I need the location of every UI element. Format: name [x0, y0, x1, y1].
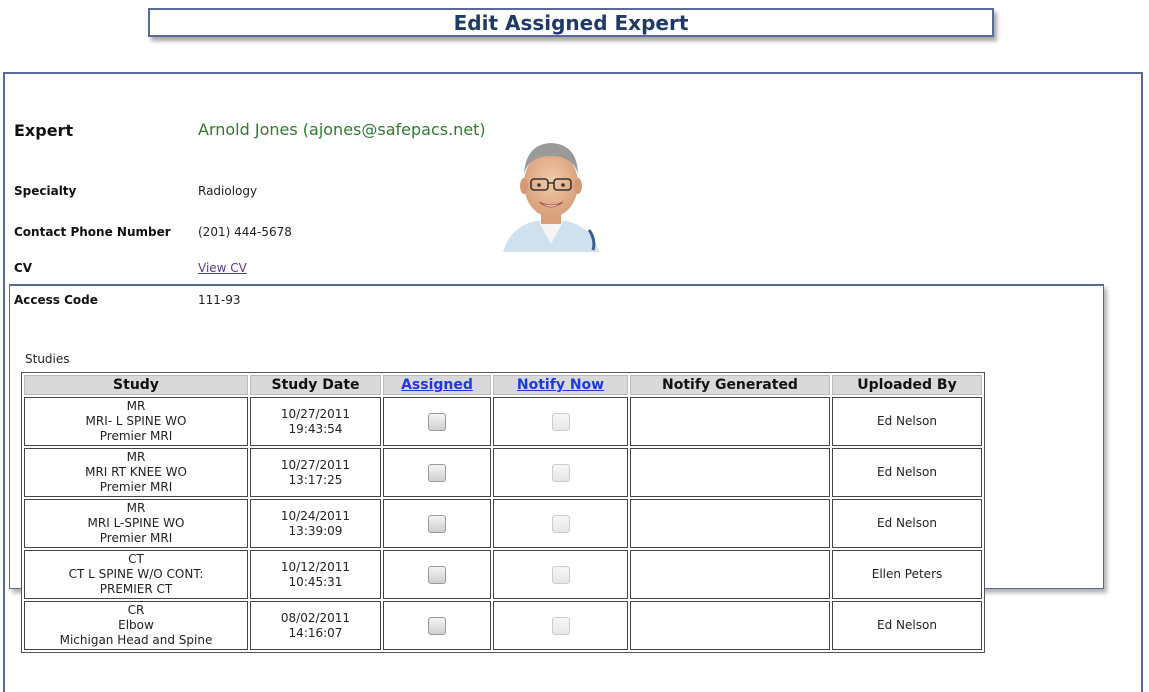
specialty-label: Specialty — [14, 184, 77, 198]
notify-now-cell — [493, 448, 628, 497]
study-description: MRI- L SPINE WO — [85, 414, 187, 428]
study-time: 10:45:31 — [288, 574, 343, 589]
table-header-row: Study Study Date Assigned Notify Now Not… — [24, 375, 982, 395]
study-time: 14:16:07 — [288, 625, 343, 640]
study-date: 10/12/2011 — [280, 559, 351, 574]
specialty-value: Radiology — [198, 184, 258, 198]
page-title-bar: Edit Assigned Expert — [148, 8, 994, 37]
study-cell: CR Elbow Michigan Head and Spine — [24, 601, 248, 650]
study-time: 13:39:09 — [288, 523, 343, 538]
table-row: CT CT L SPINE W/O CONT: PREMIER CT 10/12… — [24, 550, 982, 599]
notify-now-cell — [493, 499, 628, 548]
col-header-study: Study — [24, 375, 248, 395]
notify-now-cell — [493, 601, 628, 650]
cv-label: CV — [14, 261, 33, 275]
study-modality: MR — [126, 399, 146, 413]
notify-generated-cell — [630, 499, 830, 548]
study-date: 10/27/2011 — [280, 406, 351, 421]
assigned-checkbox[interactable] — [428, 514, 446, 533]
study-site: Michigan Head and Spine — [59, 633, 213, 647]
assigned-checkbox[interactable] — [428, 412, 446, 431]
expert-label: Expert — [14, 121, 74, 140]
col-header-assigned[interactable]: Assigned — [383, 375, 491, 395]
uploaded-by-cell: Ellen Peters — [832, 550, 982, 599]
studies-legend: Studies — [18, 352, 77, 366]
notify-now-checkbox — [551, 514, 570, 533]
notify-now-checkbox — [551, 463, 570, 482]
assigned-cell — [383, 397, 491, 446]
study-time: 13:17:25 — [288, 472, 343, 487]
table-row: CR Elbow Michigan Head and Spine 08/02/2… — [24, 601, 982, 650]
notify-generated-cell — [630, 397, 830, 446]
assigned-cell — [383, 601, 491, 650]
notify-now-checkbox — [551, 565, 570, 584]
notify-now-checkbox — [551, 616, 570, 635]
study-date-cell: 10/12/2011 10:45:31 — [250, 550, 381, 599]
assigned-cell — [383, 550, 491, 599]
study-modality: MR — [126, 450, 146, 464]
study-cell: MR MRI L-SPINE WO Premier MRI — [24, 499, 248, 548]
table-row: MR MRI RT KNEE WO Premier MRI 10/27/2011… — [24, 448, 982, 497]
study-date: 10/24/2011 — [280, 508, 351, 523]
col-header-uploaded-by: Uploaded By — [832, 375, 982, 395]
study-site: Premier MRI — [99, 429, 173, 443]
study-description: Elbow — [118, 618, 154, 632]
assigned-cell — [383, 448, 491, 497]
study-time: 19:43:54 — [288, 421, 343, 436]
notify-now-checkbox — [551, 412, 570, 431]
studies-table: Study Study Date Assigned Notify Now Not… — [21, 372, 985, 653]
assigned-cell — [383, 499, 491, 548]
phone-label: Contact Phone Number — [14, 225, 171, 239]
study-date-cell: 10/24/2011 13:39:09 — [250, 499, 381, 548]
assigned-checkbox[interactable] — [428, 463, 446, 482]
notify-now-cell — [493, 550, 628, 599]
uploaded-by-cell: Ed Nelson — [832, 448, 982, 497]
study-date: 10/27/2011 — [280, 457, 351, 472]
col-header-notify-now[interactable]: Notify Now — [493, 375, 628, 395]
study-description: CT L SPINE W/O CONT: — [68, 567, 204, 581]
assigned-checkbox[interactable] — [428, 616, 446, 635]
notify-generated-cell — [630, 601, 830, 650]
study-date-cell: 10/27/2011 13:17:25 — [250, 448, 381, 497]
phone-value: (201) 444-5678 — [198, 225, 292, 239]
study-modality: MR — [126, 501, 146, 515]
notify-generated-cell — [630, 550, 830, 599]
study-site: Premier MRI — [99, 531, 173, 545]
col-header-study-date: Study Date — [250, 375, 381, 395]
uploaded-by-cell: Ed Nelson — [832, 601, 982, 650]
assigned-checkbox[interactable] — [428, 565, 446, 584]
study-description: MRI RT KNEE WO — [85, 465, 187, 479]
study-date-cell: 08/02/2011 14:16:07 — [250, 601, 381, 650]
study-date: 08/02/2011 — [280, 610, 351, 625]
uploaded-by-cell: Ed Nelson — [832, 499, 982, 548]
table-row: MR MRI L-SPINE WO Premier MRI 10/24/2011… — [24, 499, 982, 548]
page-title: Edit Assigned Expert — [453, 10, 689, 35]
table-row: MR MRI- L SPINE WO Premier MRI 10/27/201… — [24, 397, 982, 446]
study-modality: CT — [128, 552, 144, 566]
study-site: PREMIER CT — [99, 582, 173, 596]
uploaded-by-cell: Ed Nelson — [832, 397, 982, 446]
study-description: MRI L-SPINE WO — [87, 516, 185, 530]
study-cell: CT CT L SPINE W/O CONT: PREMIER CT — [24, 550, 248, 599]
study-date-cell: 10/27/2011 19:43:54 — [250, 397, 381, 446]
notify-now-cell — [493, 397, 628, 446]
view-cv-link[interactable]: View CV — [198, 261, 247, 275]
expert-name: Arnold Jones (ajones@safepacs.net) — [198, 120, 486, 139]
study-cell: MR MRI RT KNEE WO Premier MRI — [24, 448, 248, 497]
study-cell: MR MRI- L SPINE WO Premier MRI — [24, 397, 248, 446]
col-header-notify-generated: Notify Generated — [630, 375, 830, 395]
study-site: Premier MRI — [99, 480, 173, 494]
notify-generated-cell — [630, 448, 830, 497]
study-modality: CR — [127, 603, 145, 617]
expert-photo — [501, 126, 601, 252]
